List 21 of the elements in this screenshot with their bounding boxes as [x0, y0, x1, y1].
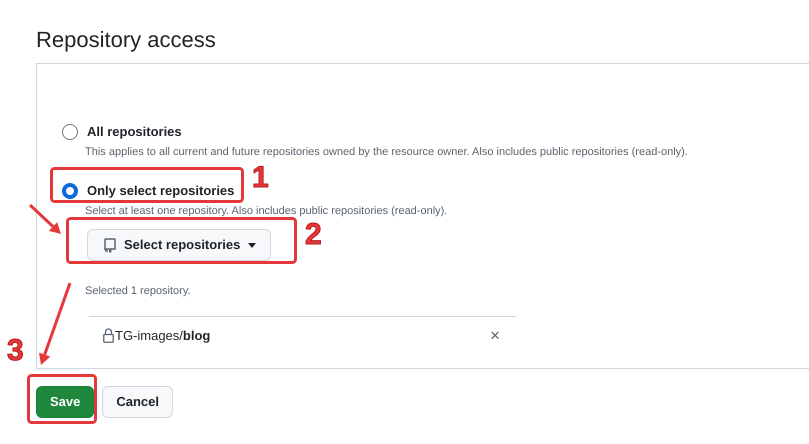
step-number: 1 — [252, 163, 269, 193]
step-number: 3 — [7, 336, 24, 366]
section-heading: Repository access — [35, 26, 217, 54]
lock-icon — [103, 328, 114, 343]
option-description: Select at least one repository. Also includes public repositories (read-only). — [85, 204, 448, 218]
step-number: 2 — [305, 220, 322, 250]
save-button[interactable]: Save — [36, 386, 94, 418]
option-description: This applies to all current and future repositories owned by the resource owner. Also includes public repositories (read-only). — [85, 145, 689, 160]
selection-summary: Selected 1 repository. — [85, 284, 192, 299]
select-repositories-button[interactable]: Select repositories — [87, 229, 272, 261]
arrow — [28, 204, 61, 234]
repository-name: TG-images/blog — [115, 326, 210, 345]
caret-icon — [248, 242, 256, 248]
radio-button[interactable] — [62, 182, 78, 198]
radio-button[interactable] — [62, 124, 78, 140]
option-label: All repositories — [87, 123, 182, 142]
repo-icon — [104, 238, 116, 252]
remove-button[interactable]: × — [490, 327, 500, 344]
option-label: Only select repositories — [87, 182, 234, 200]
highlight-box — [27, 374, 97, 424]
cancel-button[interactable]: Cancel — [102, 386, 174, 418]
